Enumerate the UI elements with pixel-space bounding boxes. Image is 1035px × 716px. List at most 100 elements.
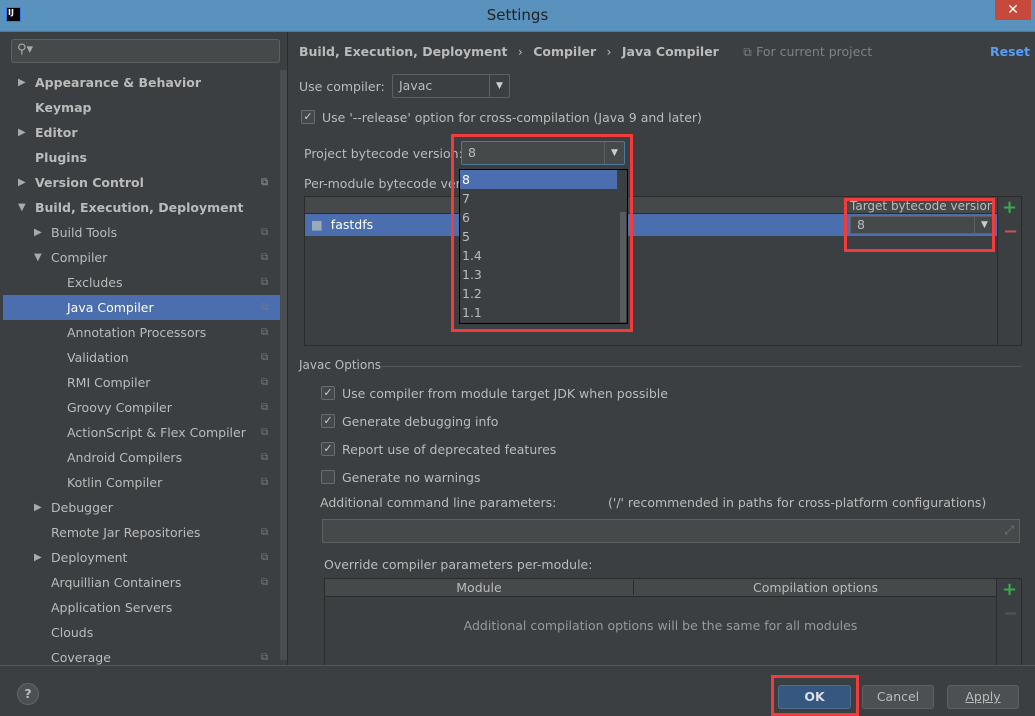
sidebar-item-label: RMI Compiler [67, 375, 151, 390]
search-input[interactable]: ⚲▾ [11, 39, 280, 63]
sidebar-item[interactable]: ▶ Version Control ⧉ [3, 170, 280, 195]
sidebar-item[interactable]: ▶ Debugger [3, 495, 280, 520]
sidebar-item[interactable]: ActionScript & Flex Compiler ⧉ [3, 420, 280, 445]
scope-label: For current project [756, 44, 873, 59]
breadcrumb-item[interactable]: Compiler [533, 44, 596, 59]
sidebar-item[interactable]: Excludes ⧉ [3, 270, 280, 295]
close-button[interactable]: ✕ [995, 0, 1031, 20]
empty-text: Additional compilation options will be t… [463, 618, 858, 633]
chevron-right-icon[interactable]: ▶ [18, 170, 26, 195]
sidebar-item-label: Arquillian Containers [51, 575, 182, 590]
sidebar-item[interactable]: Plugins [3, 145, 280, 170]
sidebar-item[interactable]: Java Compiler ⧉ [3, 295, 280, 320]
add-icon[interactable]: + [1002, 197, 1017, 218]
window-title: Settings [486, 6, 549, 24]
chevron-right-icon[interactable]: ▶ [18, 120, 26, 145]
header-compilation-options[interactable]: Compilation options [635, 580, 996, 595]
project-scope-icon: ⧉ [261, 327, 269, 338]
sidebar-item-label: Appearance & Behavior [35, 75, 201, 90]
sidebar-item[interactable]: ▼ Build, Execution, Deployment [3, 195, 280, 220]
breadcrumb-item: Java Compiler [621, 44, 719, 59]
sidebar-item[interactable]: Android Compilers ⧉ [3, 445, 280, 470]
option-checkbox[interactable]: ✓ [321, 442, 335, 456]
sidebar-item-label: Java Compiler [67, 300, 154, 315]
project-scope-icon: ⧉ [261, 227, 269, 238]
remove-icon: − [1003, 603, 1019, 624]
chevron-down-icon: ▼ [489, 75, 509, 97]
sidebar-item[interactable]: Clouds [3, 620, 280, 645]
option-label: Generate debugging info [342, 414, 499, 429]
project-scope-icon: ⧉ [261, 302, 269, 313]
sidebar-item-label: Build Tools [51, 225, 118, 240]
chevron-right-icon[interactable]: ▶ [18, 70, 26, 95]
option-checkbox[interactable]: ✓ [321, 386, 335, 400]
sidebar-item[interactable]: ▶ Deployment ⧉ [3, 545, 280, 570]
app-logo-icon: IJ [6, 7, 21, 22]
sidebar-item-label: Clouds [51, 625, 94, 640]
chevron-down-icon[interactable]: ▼ [34, 245, 42, 270]
sidebar-scrollbar[interactable] [280, 70, 287, 660]
project-scope-icon: ⧉ [261, 427, 269, 438]
sidebar-item-label: Kotlin Compiler [67, 475, 163, 490]
sidebar-item[interactable]: ▼ Compiler ⧉ [3, 245, 280, 270]
javac-section-title: Javac Options [299, 358, 382, 372]
sidebar-item-label: Application Servers [51, 600, 173, 615]
project-scope-icon: ⧉ [261, 277, 269, 288]
compiler-select[interactable]: Javac ▼ [392, 74, 510, 98]
add-icon[interactable]: + [1002, 579, 1017, 600]
sidebar-item-label: Remote Jar Repositories [51, 525, 201, 540]
sidebar-item-label: Deployment [51, 550, 128, 565]
sidebar-item-label: Excludes [67, 275, 123, 290]
cmd-params-input[interactable]: ⤢ [322, 519, 1020, 543]
sidebar-item-label: Groovy Compiler [67, 400, 172, 415]
sidebar-item-label: Keymap [35, 100, 92, 115]
per-module-label: Per-module bytecode versi [304, 176, 471, 191]
release-option-checkbox[interactable]: ✓ [301, 110, 315, 124]
option-checkbox[interactable]: ✓ [321, 414, 335, 428]
project-scope-icon: ⧉ [261, 527, 269, 538]
chevron-right-icon[interactable]: ▶ [34, 545, 42, 570]
project-scope-icon: ⧉ [261, 402, 269, 413]
sidebar-item-label: ActionScript & Flex Compiler [67, 425, 246, 440]
sidebar-item[interactable]: ▶ Editor [3, 120, 280, 145]
project-scope-icon: ⧉ [261, 477, 269, 488]
chevron-right-icon[interactable]: ▶ [34, 495, 42, 520]
help-button[interactable]: ? [17, 683, 39, 705]
sidebar-item[interactable]: Validation ⧉ [3, 345, 280, 370]
breadcrumb-item[interactable]: Build, Execution, Deployment [299, 44, 507, 59]
sidebar-item-label: Version Control [35, 175, 144, 190]
sidebar-item[interactable]: Keymap [3, 95, 280, 120]
sidebar-item[interactable]: Annotation Processors ⧉ [3, 320, 280, 345]
reset-link[interactable]: Reset [990, 44, 1030, 59]
folder-icon: ■ [311, 217, 323, 232]
highlight-box [451, 134, 633, 332]
sidebar-item[interactable]: Remote Jar Repositories ⧉ [3, 520, 280, 545]
breadcrumb-separator: › [606, 44, 612, 59]
sidebar-item-label: Editor [35, 125, 78, 140]
sidebar-item[interactable]: Application Servers [3, 595, 280, 620]
apply-button[interactable]: Apply [947, 685, 1019, 709]
expand-icon[interactable]: ⤢ [1004, 523, 1014, 538]
option-checkbox[interactable] [321, 470, 335, 484]
cancel-button[interactable]: Cancel [862, 685, 934, 709]
sidebar-item[interactable]: Arquillian Containers ⧉ [3, 570, 280, 595]
sidebar-item[interactable]: RMI Compiler ⧉ [3, 370, 280, 395]
project-scope-icon: ⧉ [261, 177, 269, 188]
project-scope-icon: ⧉ [261, 377, 269, 388]
sidebar-item[interactable]: Kotlin Compiler ⧉ [3, 470, 280, 495]
remove-icon[interactable]: − [1003, 221, 1018, 242]
project-scope-icon: ⧉ [261, 352, 269, 363]
sidebar-item[interactable]: ▶ Build Tools ⧉ [3, 220, 280, 245]
sidebar-item[interactable]: Groovy Compiler ⧉ [3, 395, 280, 420]
breadcrumb-separator: › [517, 44, 523, 59]
header-module[interactable]: Module [325, 580, 634, 595]
sidebar-item[interactable]: ▶ Appearance & Behavior [3, 70, 280, 95]
search-icon: ⚲▾ [17, 42, 34, 57]
cmd-label: Additional command line parameters: [320, 495, 557, 510]
highlight-box [771, 675, 859, 716]
title-bar: Settings [0, 0, 1035, 32]
chevron-right-icon[interactable]: ▶ [34, 220, 42, 245]
chevron-down-icon[interactable]: ▼ [18, 195, 26, 220]
bytecode-label: Project bytecode version: [304, 146, 463, 161]
sidebar-item-label: Plugins [35, 150, 87, 165]
